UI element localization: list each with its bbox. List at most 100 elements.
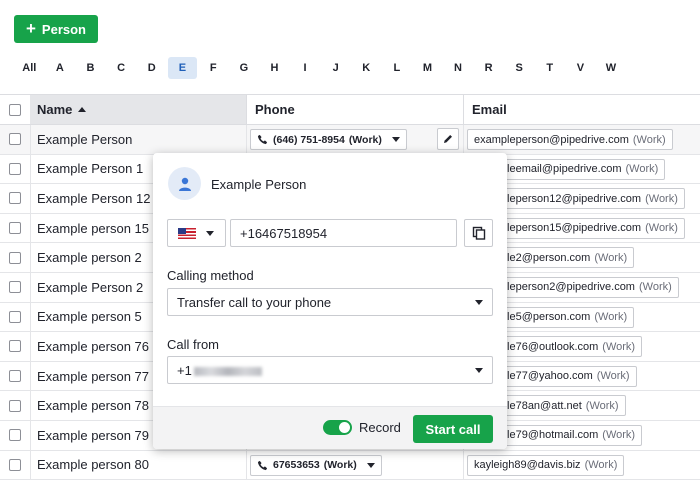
email-type: (Work) bbox=[602, 340, 636, 353]
alphabet-letter-all[interactable]: All bbox=[14, 57, 45, 79]
email-address: exampleperson@pipedrive.com bbox=[474, 133, 629, 146]
person-name[interactable]: Example person 15 bbox=[37, 214, 149, 243]
email-type: (Work) bbox=[638, 281, 672, 294]
person-name[interactable]: Example person 78 bbox=[37, 391, 149, 420]
alphabet-letter-s[interactable]: S bbox=[504, 57, 535, 79]
calling-method-label: Calling method bbox=[167, 268, 254, 283]
alphabet-letter-h[interactable]: H bbox=[259, 57, 290, 79]
email-cell[interactable]: exampleperson@pipedrive.com (Work) bbox=[463, 125, 700, 154]
alphabet-letter-a[interactable]: A bbox=[45, 57, 76, 79]
phone-chip[interactable]: (646) 751-8954 (Work) bbox=[250, 129, 407, 150]
row-checkbox[interactable] bbox=[9, 340, 21, 353]
alphabet-letter-b[interactable]: B bbox=[75, 57, 106, 79]
email-chip[interactable]: kayleigh89@davis.biz (Work) bbox=[467, 454, 625, 476]
alphabet-letter-j[interactable]: J bbox=[320, 57, 351, 79]
alphabet-letter-e[interactable]: E bbox=[167, 57, 197, 79]
us-flag-icon bbox=[178, 227, 196, 239]
phone-number: 67653653 bbox=[273, 459, 320, 472]
calling-method-value: Transfer call to your phone bbox=[177, 294, 332, 310]
chevron-down-icon bbox=[475, 299, 483, 305]
call-from-select[interactable]: +1 bbox=[167, 356, 493, 384]
alphabet-letter-k[interactable]: K bbox=[351, 57, 382, 79]
country-code-select[interactable] bbox=[167, 219, 226, 247]
row-checkbox[interactable] bbox=[9, 458, 21, 471]
add-person-button[interactable]: + Person bbox=[14, 15, 98, 43]
plus-icon: + bbox=[25, 18, 36, 38]
phone-cell[interactable]: (646) 751-8954 (Work) bbox=[246, 125, 463, 154]
row-checkbox-cell bbox=[0, 243, 31, 272]
popover-footer: Record Start call bbox=[153, 406, 507, 449]
person-name[interactable]: Example person 76 bbox=[37, 332, 149, 361]
person-name[interactable]: Example Person 12 bbox=[37, 184, 150, 213]
email-type: (Work) bbox=[594, 251, 628, 264]
column-header-phone-label: Phone bbox=[255, 102, 295, 117]
row-checkbox[interactable] bbox=[9, 281, 21, 294]
calling-method-select[interactable]: Transfer call to your phone bbox=[167, 288, 493, 316]
email-type: (Work) bbox=[645, 192, 678, 205]
row-checkbox[interactable] bbox=[9, 429, 21, 442]
alphabet-letter-r[interactable]: R bbox=[473, 57, 504, 79]
row-checkbox[interactable] bbox=[9, 251, 21, 264]
record-toggle[interactable] bbox=[323, 420, 352, 435]
row-checkbox-cell bbox=[0, 154, 31, 184]
alphabet-letter-l[interactable]: L bbox=[382, 57, 413, 79]
row-checkbox[interactable] bbox=[9, 370, 21, 383]
row-checkbox[interactable] bbox=[9, 192, 21, 205]
alphabet-letter-m[interactable]: M bbox=[412, 57, 443, 79]
person-name[interactable]: Example Person 2 bbox=[37, 273, 143, 302]
start-call-button[interactable]: Start call bbox=[413, 415, 493, 443]
person-name[interactable]: Example person 80 bbox=[37, 451, 149, 480]
row-checkbox-cell bbox=[0, 272, 31, 302]
person-name[interactable]: Example person 79 bbox=[37, 421, 149, 450]
person-name[interactable]: Example person 77 bbox=[37, 362, 149, 391]
row-checkbox-cell bbox=[0, 420, 31, 450]
column-header-email[interactable]: Email bbox=[463, 95, 700, 124]
edit-phone-button[interactable] bbox=[437, 128, 459, 150]
select-all-cell bbox=[0, 95, 31, 124]
alphabet-filter: All A B C D E F G H I J K L M N R S T V W bbox=[14, 57, 626, 79]
column-header-name-label: Name bbox=[37, 102, 73, 117]
alphabet-letter-v[interactable]: V bbox=[565, 57, 596, 79]
row-checkbox[interactable] bbox=[9, 310, 21, 323]
column-header-email-label: Email bbox=[472, 102, 507, 117]
alphabet-letter-g[interactable]: G bbox=[229, 57, 260, 79]
person-name[interactable]: Example person 2 bbox=[37, 243, 142, 272]
email-type: (Work) bbox=[594, 311, 628, 324]
phone-chip[interactable]: 67653653 (Work) bbox=[250, 454, 382, 476]
call-from-label: Call from bbox=[167, 337, 220, 352]
row-checkbox-cell bbox=[0, 184, 31, 213]
avatar bbox=[168, 167, 201, 200]
phone-number-input[interactable]: +16467518954 bbox=[230, 219, 457, 247]
chevron-down-icon bbox=[475, 367, 483, 373]
alphabet-letter-f[interactable]: F bbox=[198, 57, 229, 79]
copy-number-button[interactable] bbox=[464, 219, 493, 247]
alphabet-letter-d[interactable]: D bbox=[136, 57, 167, 79]
email-cell[interactable]: kayleigh89@davis.biz (Work) bbox=[463, 450, 700, 480]
row-checkbox[interactable] bbox=[9, 162, 21, 175]
select-all-checkbox[interactable] bbox=[9, 103, 21, 116]
alphabet-letter-t[interactable]: T bbox=[535, 57, 566, 79]
chevron-down-icon bbox=[391, 137, 400, 142]
alphabet-letter-i[interactable]: I bbox=[290, 57, 321, 79]
phone-icon bbox=[257, 460, 268, 470]
alphabet-letter-c[interactable]: C bbox=[106, 57, 137, 79]
call-popover: Example Person +16467518954 Calling meth… bbox=[153, 153, 507, 449]
row-checkbox[interactable] bbox=[9, 399, 21, 412]
sort-ascending-icon bbox=[78, 107, 87, 112]
person-name[interactable]: Example Person 1 bbox=[37, 155, 143, 184]
column-header-phone[interactable]: Phone bbox=[246, 95, 463, 124]
person-name[interactable]: Example person 5 bbox=[37, 303, 142, 332]
pencil-icon bbox=[444, 135, 452, 143]
row-checkbox[interactable] bbox=[9, 222, 21, 235]
alphabet-letter-n[interactable]: N bbox=[443, 57, 474, 79]
person-name[interactable]: Example Person bbox=[37, 125, 132, 154]
table-row[interactable]: Example person 80 67653653 (Work) kayleigh8… bbox=[0, 450, 700, 480]
phone-type: (Work) bbox=[323, 459, 357, 472]
alphabet-letter-w[interactable]: W bbox=[596, 57, 627, 79]
phone-cell[interactable]: 67653653 (Work) bbox=[246, 450, 463, 480]
email-chip[interactable]: exampleperson@pipedrive.com (Work) bbox=[467, 129, 673, 150]
column-header-name[interactable]: Name bbox=[30, 95, 246, 124]
phone-type: (Work) bbox=[348, 133, 382, 146]
row-checkbox[interactable] bbox=[9, 133, 21, 146]
table-row[interactable]: Example Person (646) 751-8954 (Work) exampl… bbox=[0, 125, 700, 155]
